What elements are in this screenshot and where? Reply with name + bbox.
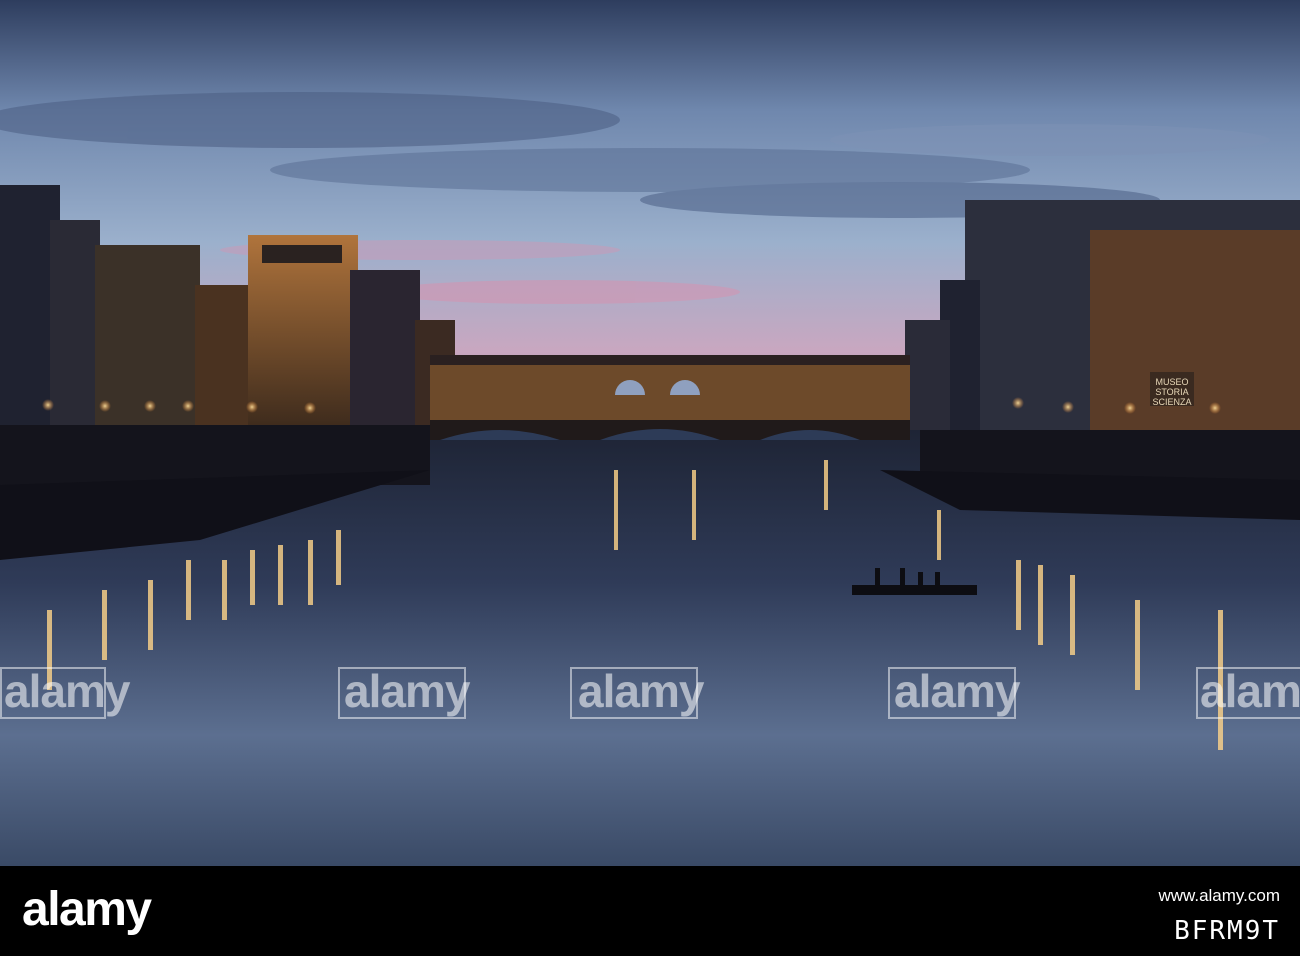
svg-text:MUSEO: MUSEO <box>1155 377 1188 387</box>
footer-image-id: BFRM9T <box>1174 916 1280 946</box>
museum-sign: MUSEO STORIA SCIENZA <box>1152 377 1191 407</box>
bridge <box>430 355 910 440</box>
photo-ponte-vecchio-dusk: MUSEO STORIA SCIENZA <box>0 0 1300 866</box>
svg-text:SCIENZA: SCIENZA <box>1152 397 1191 407</box>
footer-info: www.alamy.com BFRM9T <box>1158 886 1280 946</box>
footer-logo[interactable]: alamy <box>22 882 152 937</box>
footer-url[interactable]: www.alamy.com <box>1158 886 1280 906</box>
svg-text:STORIA: STORIA <box>1155 387 1188 397</box>
footer-bar: alamy www.alamy.com BFRM9T <box>0 866 1300 956</box>
